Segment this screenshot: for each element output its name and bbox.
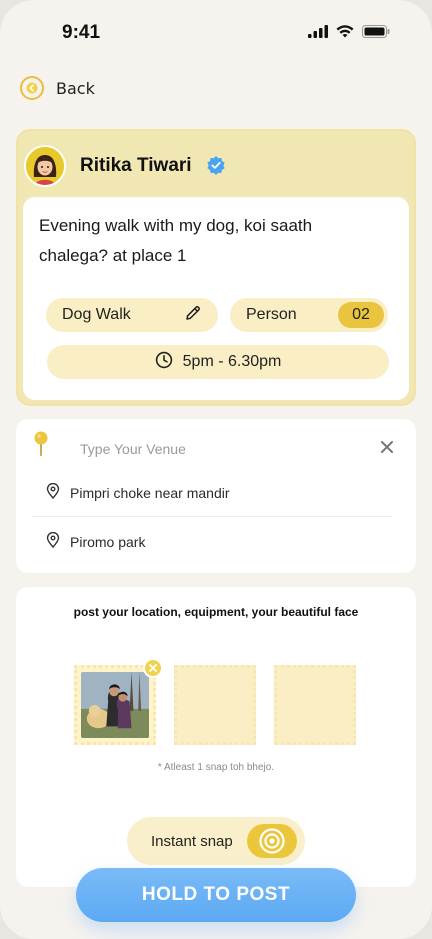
venue-suggestion-item[interactable]: Pimpri choke near mandir bbox=[46, 482, 230, 502]
post-description: Evening walk with my dog, koi saath chal… bbox=[39, 216, 313, 265]
photo-slot-empty[interactable] bbox=[274, 665, 356, 745]
photo-section-title: post your location, equipment, your beau… bbox=[73, 605, 359, 619]
chevron-left-icon bbox=[20, 76, 44, 100]
venue-card: Type Your Venue Pimpri choke near mandir bbox=[16, 419, 416, 573]
instant-snap-toggle[interactable]: Instant snap bbox=[127, 817, 305, 865]
edit-pencil-icon[interactable] bbox=[184, 304, 202, 327]
photo-slot-filled[interactable] bbox=[74, 658, 163, 745]
remove-photo-icon[interactable] bbox=[143, 658, 163, 678]
location-pin-icon bbox=[46, 531, 60, 551]
clock-icon bbox=[155, 351, 173, 374]
back-button[interactable]: Back bbox=[20, 76, 95, 100]
time-range-chip[interactable]: 5pm - 6.30pm bbox=[47, 345, 389, 379]
verified-badge-icon bbox=[206, 155, 226, 179]
venue-suggestion-label: Piromo park bbox=[70, 533, 146, 550]
photo-slot-empty[interactable] bbox=[174, 665, 256, 745]
avatar[interactable] bbox=[24, 145, 66, 187]
photo-hint: * Atleast 1 snap toh bhejo. bbox=[157, 762, 275, 773]
uploaded-photo bbox=[81, 672, 149, 738]
venue-search-input[interactable]: Type Your Venue bbox=[32, 431, 400, 463]
post-preview-card: Ritika Tiwari Evening walk with my dog, … bbox=[16, 129, 416, 406]
venue-suggestion-item[interactable]: Piromo park bbox=[46, 531, 146, 551]
close-icon[interactable] bbox=[380, 437, 394, 457]
divider bbox=[32, 516, 392, 517]
signal-icon bbox=[308, 25, 328, 38]
status-icons bbox=[308, 25, 390, 38]
author-name: Ritika Tiwari bbox=[80, 155, 192, 176]
instant-snap-label: Instant snap bbox=[151, 832, 233, 850]
wifi-icon bbox=[336, 25, 354, 38]
battery-icon bbox=[362, 25, 390, 38]
activity-label: Dog Walk bbox=[62, 306, 131, 323]
app-screen: 9:41 Back Ritika Tiwari Evening walk wit… bbox=[0, 0, 432, 939]
hold-to-post-button[interactable]: HOLD TO POST bbox=[76, 868, 356, 922]
person-count-badge: 02 bbox=[338, 302, 384, 328]
venue-placeholder: Type Your Venue bbox=[80, 441, 186, 457]
post-content: Evening walk with my dog, koi saath chal… bbox=[23, 197, 409, 400]
photo-upload-card: post your location, equipment, your beau… bbox=[16, 587, 416, 887]
status-time: 9:41 bbox=[62, 22, 101, 43]
back-label: Back bbox=[56, 78, 95, 98]
person-count-chip[interactable]: Person 02 bbox=[230, 298, 388, 332]
person-label: Person bbox=[246, 306, 297, 323]
location-pin-icon bbox=[46, 482, 60, 502]
status-bar: 9:41 bbox=[0, 0, 432, 66]
map-pin-icon bbox=[32, 431, 50, 461]
time-range-label: 5pm - 6.30pm bbox=[182, 353, 282, 370]
venue-suggestion-label: Pimpri choke near mandir bbox=[70, 484, 230, 501]
activity-chip[interactable]: Dog Walk bbox=[46, 298, 218, 332]
camera-shutter-icon[interactable] bbox=[247, 824, 297, 858]
